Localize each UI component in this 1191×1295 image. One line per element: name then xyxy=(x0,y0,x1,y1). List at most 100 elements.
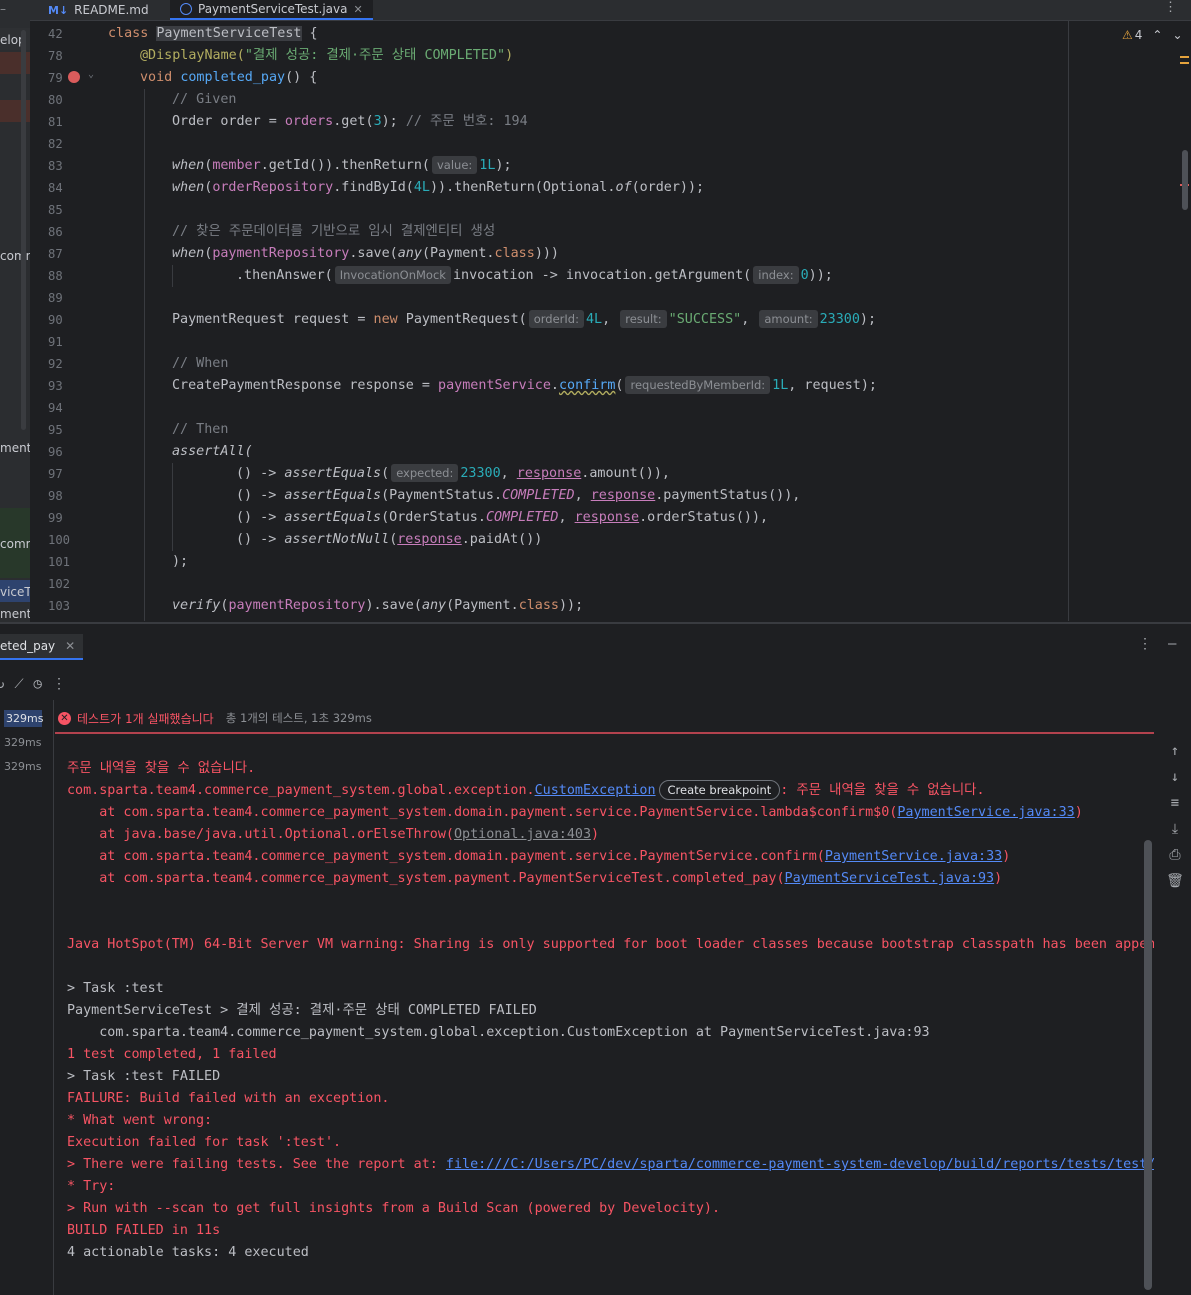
line-number: 86 xyxy=(48,225,63,239)
console-line: 4 actionable tasks: 4 executed xyxy=(67,1245,309,1260)
warning-icon: ⚠ xyxy=(1122,28,1133,42)
line-number: 99 xyxy=(48,511,63,525)
arrow-up-icon[interactable]: ↑ xyxy=(1166,743,1184,759)
code-line: assertAll( xyxy=(172,444,253,459)
more-options-icon[interactable]: ⋮ xyxy=(1138,636,1152,652)
code-line: PaymentRequest request = new PaymentRequ… xyxy=(172,310,877,328)
inlay-hint: expected: xyxy=(391,464,459,482)
code-line: Order order = orders.get(3); // 주문 번호: 1… xyxy=(172,114,528,129)
inlay-hint: result: xyxy=(620,310,667,328)
code-comment: // 찾은 주문데이터를 기반으로 임시 결제엔티티 생성 xyxy=(172,224,496,239)
console-scrollbar[interactable] xyxy=(1144,840,1152,1290)
console-line: com.sparta.team4.commerce_payment_system… xyxy=(67,1025,930,1040)
line-number: 98 xyxy=(48,489,63,503)
tab-label: PaymentServiceTest.java xyxy=(198,2,348,16)
run-tab-completed-pay[interactable]: eted_pay ✕ xyxy=(0,634,84,660)
chevron-up-icon[interactable]: ⌃ xyxy=(1152,28,1162,42)
java-class-icon xyxy=(180,3,192,15)
more-options-icon[interactable]: ⋮ xyxy=(52,676,66,692)
chevron-down-icon[interactable]: ⌄ xyxy=(1172,28,1182,42)
project-item[interactable]: comm xyxy=(0,537,30,551)
test-duration[interactable]: 329ms xyxy=(4,736,41,749)
console-line: Execution failed for task ':test'. xyxy=(67,1135,342,1150)
collapse-icon[interactable]: – xyxy=(0,2,6,16)
close-tab-icon[interactable]: ✕ xyxy=(353,3,362,16)
code-line: .thenAnswer(InvocationOnMock invocation -… xyxy=(236,266,833,284)
line-number: 82 xyxy=(48,137,63,151)
run-tab-label: eted_pay xyxy=(0,639,56,653)
fold-icon[interactable]: ⌄ xyxy=(88,69,94,80)
console-line: * Try: xyxy=(67,1179,116,1194)
console-line: Java HotSpot(TM) 64-Bit Server VM warnin… xyxy=(67,937,1154,952)
line-number: 92 xyxy=(48,357,63,371)
line-number: 80 xyxy=(48,93,63,107)
editor-scrollbar[interactable] xyxy=(1182,150,1188,210)
line-number: 95 xyxy=(48,423,63,437)
close-run-tab-icon[interactable]: ✕ xyxy=(65,639,75,653)
panel-menu: ⋮ — xyxy=(1138,636,1176,652)
line-number: 89 xyxy=(48,291,63,305)
warning-count: 4 xyxy=(1134,28,1143,42)
test-duration[interactable]: 329ms xyxy=(4,760,41,773)
indent-guide xyxy=(144,89,145,621)
editor-right-gutter xyxy=(1068,21,1191,621)
test-summary: 총 1개의 테스트, 1초 329ms xyxy=(225,711,372,725)
code-line: CreatePaymentResponse response = payment… xyxy=(172,376,877,394)
project-item[interactable]: mentS xyxy=(0,607,30,621)
source-link[interactable]: Optional.java:403 xyxy=(454,827,591,842)
code-editor[interactable]: class PaymentServiceTest { @DisplayName(… xyxy=(108,21,1068,621)
project-scrollbar[interactable] xyxy=(21,30,26,430)
trash-icon[interactable]: 🗑 xyxy=(1166,873,1184,889)
run-toolbar: ↻ ⟋ ◷ ⋮ xyxy=(0,670,120,698)
rerun-icon[interactable]: ↻ xyxy=(0,676,4,692)
line-number: 87 xyxy=(48,247,63,261)
console-line: > Task :test FAILED xyxy=(67,1069,221,1084)
tab-payment-service-test[interactable]: PaymentServiceTest.java ✕ xyxy=(170,0,373,20)
test-duration[interactable]: 329ms xyxy=(4,710,43,727)
indent-guide xyxy=(172,463,173,551)
scroll-to-end-icon[interactable]: ⤓ xyxy=(1166,821,1184,837)
inspection-widget[interactable]: ⚠ 4 ⌃ ⌄ xyxy=(1122,28,1183,42)
console-line: 주문 내역을 찾을 수 없습니다. xyxy=(67,761,256,776)
console-line: at com.sparta.team4.commerce_payment_sys… xyxy=(67,871,1003,886)
line-number: 96 xyxy=(48,445,63,459)
console-line: at com.sparta.team4.commerce_payment_sys… xyxy=(67,805,1083,820)
console-output[interactable]: 주문 내역을 찾을 수 없습니다. com.sparta.team4.comme… xyxy=(55,735,1154,1295)
coverage-icon[interactable]: ⟋ xyxy=(14,677,23,692)
line-number: 42 xyxy=(48,27,63,41)
editor-tab-bar: M↓ README.md PaymentServiceTest.java ✕ ⋮ xyxy=(30,0,1191,21)
source-link[interactable]: PaymentService.java:33 xyxy=(897,805,1074,820)
project-item[interactable]: mentS xyxy=(0,441,30,455)
print-icon[interactable]: ⎙ xyxy=(1166,847,1184,863)
console-line: FAILURE: Build failed with an exception. xyxy=(67,1091,390,1106)
report-link[interactable]: file:///C:/Users/PC/dev/sparta/commerce-… xyxy=(446,1157,1154,1172)
source-link[interactable]: PaymentService.java:33 xyxy=(825,849,1002,864)
line-number: 81 xyxy=(48,115,63,129)
code-line: verify(paymentRepository).save(any(Payme… xyxy=(172,598,584,613)
line-number: 103 xyxy=(48,599,71,613)
source-link[interactable]: PaymentServiceTest.java:93 xyxy=(785,871,995,886)
tab-readme[interactable]: M↓ README.md xyxy=(48,0,149,20)
test-status-line: ✕ 테스트가 1개 실패했습니다 총 1개의 테스트, 1초 329ms xyxy=(58,708,372,728)
inlay-hint: requestedByMemberId: xyxy=(625,376,771,394)
line-number: 97 xyxy=(48,467,63,481)
warning-stripe[interactable] xyxy=(1180,62,1189,64)
project-item-selected[interactable]: viceTe xyxy=(0,585,30,599)
code-comment: // Given xyxy=(172,92,237,107)
warning-stripe[interactable] xyxy=(1180,56,1189,58)
clock-icon[interactable]: ◷ xyxy=(34,676,42,692)
soft-wrap-icon[interactable]: ≡ xyxy=(1166,795,1184,811)
console-line: > Run with --scan to get full insights f… xyxy=(67,1201,721,1216)
exception-link[interactable]: CustomException xyxy=(535,783,656,798)
error-icon: ✕ xyxy=(58,711,71,725)
more-tabs-icon[interactable]: ⋮ xyxy=(1164,0,1177,15)
panel-divider[interactable] xyxy=(0,622,1191,624)
run-test-failed-icon[interactable] xyxy=(68,71,80,83)
arrow-down-icon[interactable]: ↓ xyxy=(1166,769,1184,785)
create-breakpoint-button[interactable]: Create breakpoint xyxy=(658,780,781,800)
line-number: 101 xyxy=(48,555,71,569)
minimize-icon[interactable]: — xyxy=(1168,636,1176,652)
line-number: 85 xyxy=(48,203,63,217)
code-comment: // Then xyxy=(172,422,229,437)
console-line: * What went wrong: xyxy=(67,1113,213,1128)
